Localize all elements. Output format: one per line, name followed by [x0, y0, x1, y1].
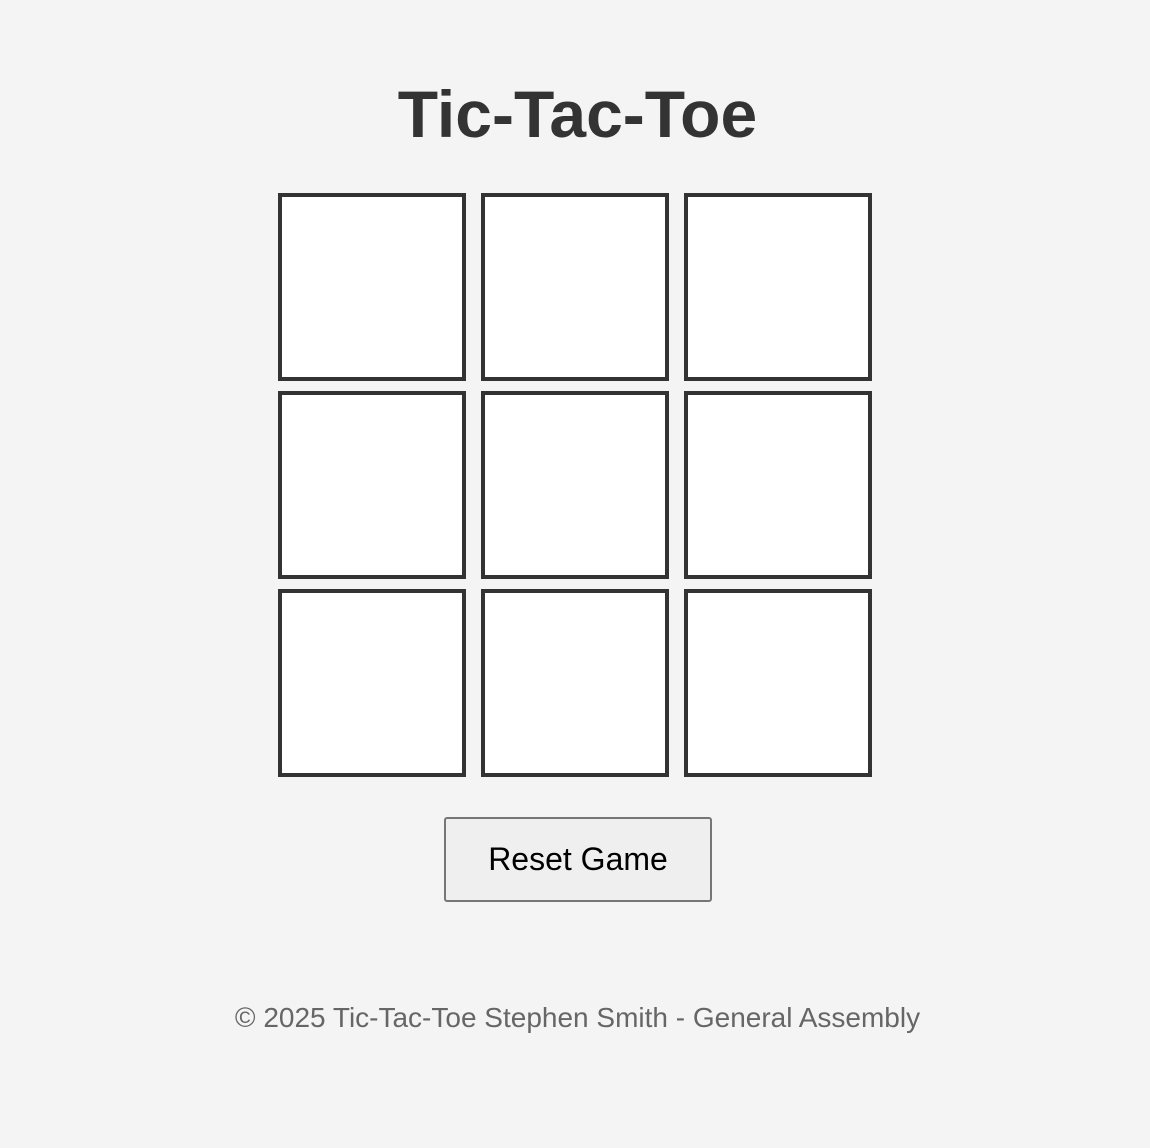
board-cell-7[interactable]	[481, 589, 669, 777]
board-cell-1[interactable]	[481, 193, 669, 381]
page-title: Tic-Tac-Toe	[397, 77, 758, 151]
board-cell-6[interactable]	[278, 589, 466, 777]
footer-text: © 2025 Tic-Tac-Toe Stephen Smith - Gener…	[234, 1002, 921, 1033]
board-cell-0[interactable]	[278, 193, 466, 381]
board-cell-8[interactable]	[684, 589, 872, 777]
board-cell-5[interactable]	[684, 391, 872, 579]
board-cell-4[interactable]	[481, 391, 669, 579]
board-cell-3[interactable]	[278, 391, 466, 579]
reset-game-button[interactable]: Reset Game	[444, 817, 712, 902]
board-cell-2[interactable]	[684, 193, 872, 381]
game-board	[278, 193, 872, 777]
page: { "header": { "title": "Tic-Tac-Toe" }, …	[0, 0, 1150, 1148]
